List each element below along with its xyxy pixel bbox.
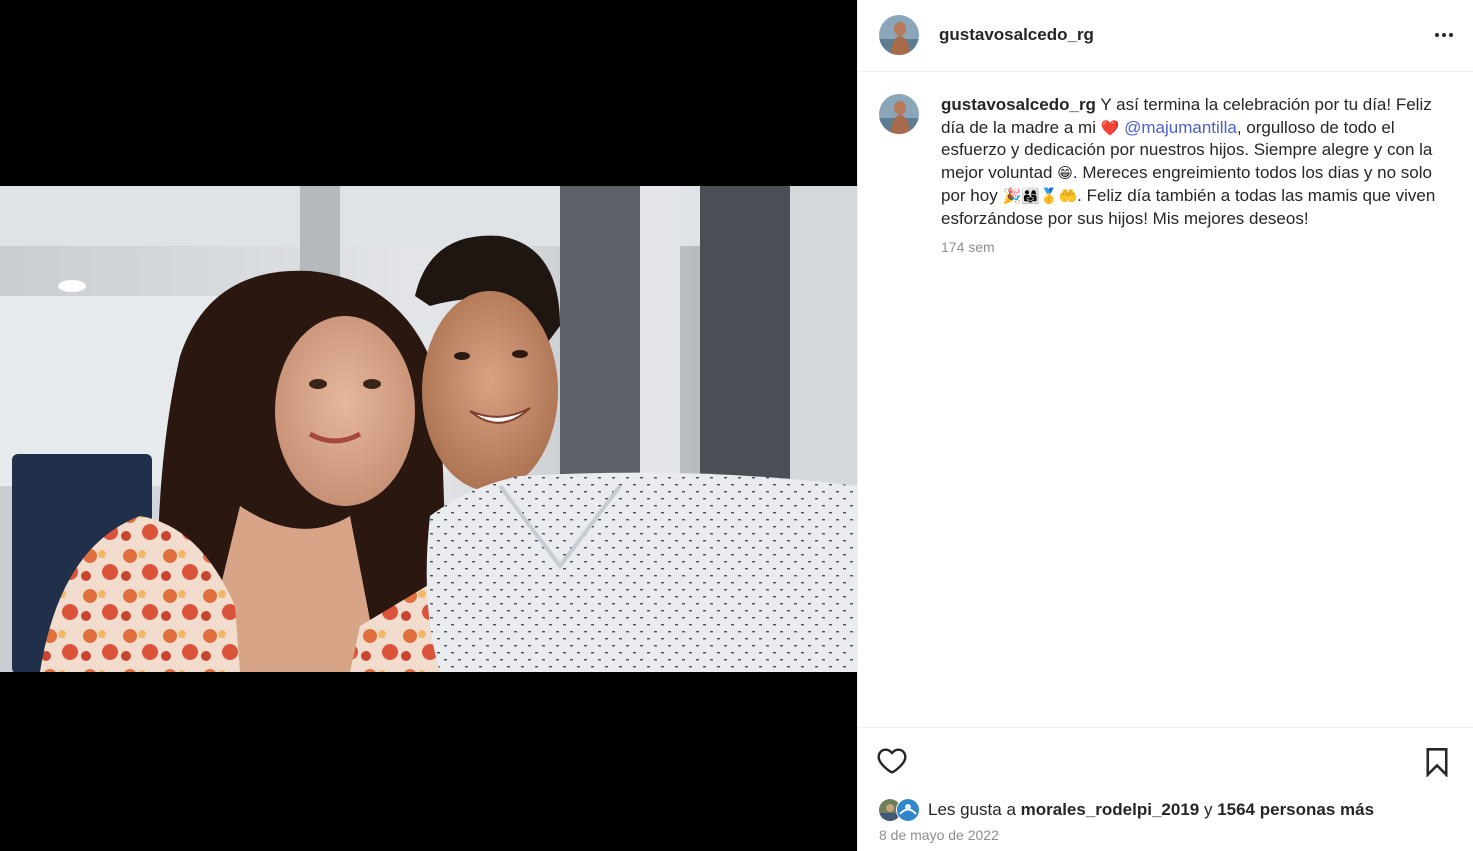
post-side-panel: gustavosalcedo_rg gustavosalcedo_rg Y as… bbox=[857, 0, 1473, 851]
caption-text: gustavosalcedo_rg Y así termina la celeb… bbox=[941, 94, 1451, 259]
caption-author-avatar[interactable] bbox=[879, 94, 919, 134]
liker-avatar bbox=[896, 798, 920, 822]
caption-username[interactable]: gustavosalcedo_rg bbox=[941, 95, 1096, 114]
caption-age[interactable]: 174 sem bbox=[941, 236, 1451, 259]
grin-emoji: 😁 bbox=[1057, 164, 1073, 183]
post-header: gustavosalcedo_rg bbox=[858, 0, 1473, 72]
post-photo[interactable] bbox=[0, 186, 857, 672]
more-options-button[interactable] bbox=[1429, 22, 1459, 48]
likes-count-link[interactable]: 1564 personas más bbox=[1217, 800, 1374, 819]
first-liker-link[interactable]: morales_rodelpi_2019 bbox=[1021, 800, 1200, 819]
heart-emoji: ❤️ bbox=[1100, 118, 1120, 137]
liker-avatars[interactable] bbox=[878, 798, 922, 822]
like-button[interactable] bbox=[876, 745, 908, 777]
author-username[interactable]: gustavosalcedo_rg bbox=[939, 25, 1094, 45]
likes-connector: y bbox=[1199, 800, 1218, 819]
mention-link[interactable]: @majumantilla bbox=[1124, 118, 1237, 137]
save-button[interactable] bbox=[1423, 747, 1451, 778]
post-footer: Les gusta a morales_rodelpi_2019 y 1564 … bbox=[858, 727, 1473, 851]
more-horizontal-icon bbox=[1434, 33, 1455, 37]
bookmark-icon bbox=[1426, 748, 1448, 778]
likes-prefix: Les gusta a bbox=[928, 800, 1021, 819]
post-date[interactable]: 8 de mayo de 2022 bbox=[879, 827, 999, 843]
author-avatar[interactable] bbox=[879, 15, 919, 55]
likes-summary: Les gusta a morales_rodelpi_2019 y 1564 … bbox=[878, 797, 1374, 823]
post-media-pane bbox=[0, 0, 857, 851]
caption-author-avatar-image bbox=[879, 94, 919, 134]
likes-text: Les gusta a morales_rodelpi_2019 y 1564 … bbox=[928, 800, 1374, 820]
liker-avatar-image bbox=[897, 799, 919, 821]
heart-outline-icon bbox=[877, 748, 907, 774]
post-photo-image bbox=[0, 186, 857, 672]
author-avatar-image bbox=[879, 15, 919, 55]
emoji-group: 🎉👨‍👩‍👧🥇🤲 bbox=[1002, 186, 1078, 205]
